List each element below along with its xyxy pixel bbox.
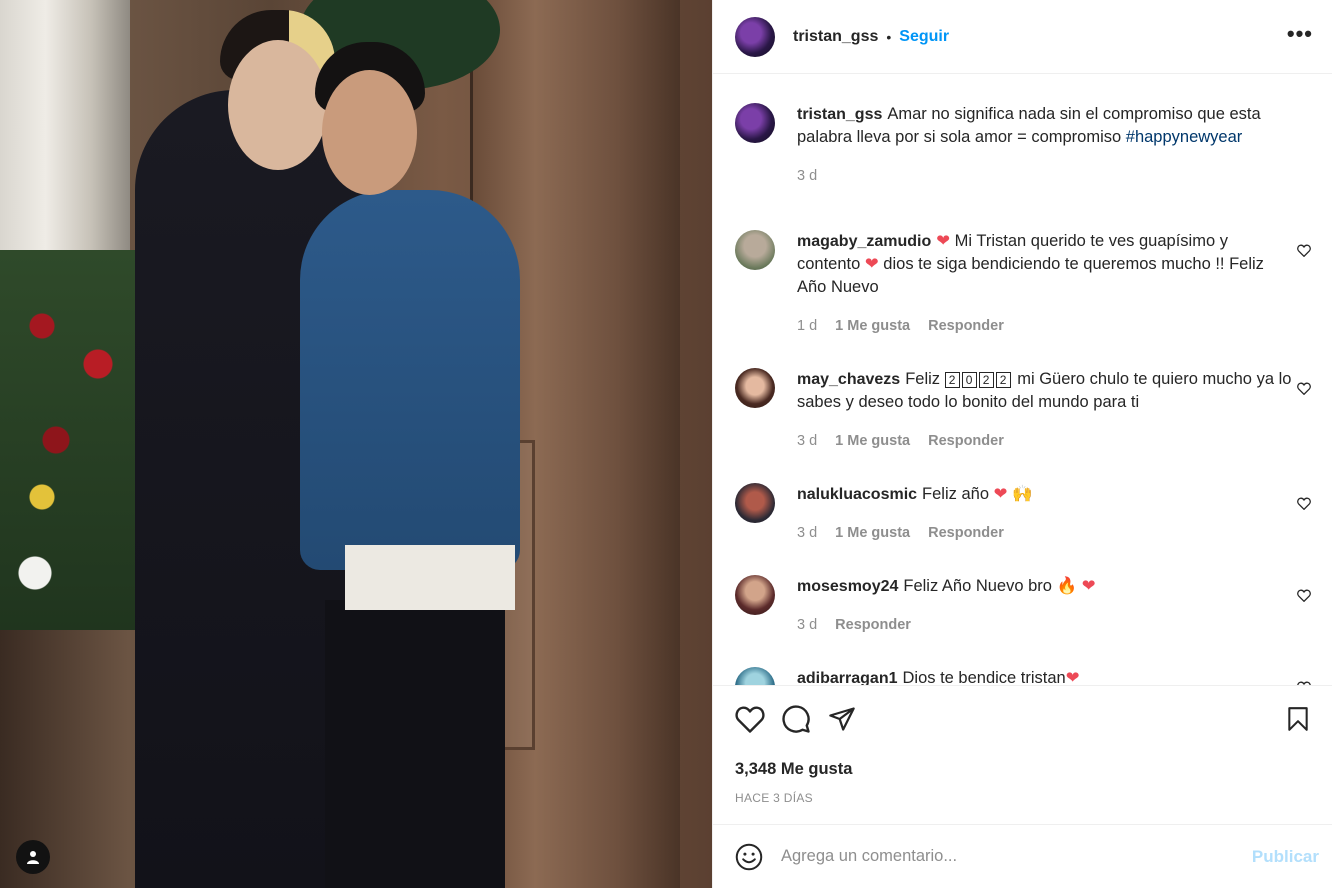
comment-username[interactable]: adibarragan1 — [797, 670, 897, 685]
heart-emoji-icon: ❤ — [1081, 577, 1096, 595]
caption: tristan_gss Amar no significa nada sin el… — [735, 103, 1311, 188]
heart-icon[interactable] — [735, 705, 765, 733]
post-photo[interactable] — [0, 0, 712, 888]
author-avatar[interactable] — [735, 103, 775, 143]
comment-text: Feliz Año Nuevo bro — [903, 577, 1057, 595]
comment-username[interactable]: nalukluacosmic — [797, 486, 917, 503]
post-actions: 3,348 Me gusta HACE 3 DÍAS — [713, 685, 1332, 825]
comment-meta: 3 d Responder — [797, 614, 1292, 637]
comment-meta: 1 d 1 Me gusta Responder — [797, 315, 1292, 338]
post-header: tristan_gss • Seguir ••• — [713, 0, 1332, 74]
comment-item: adibarragan1 Dios te bendice tristan❤ — [735, 667, 1311, 685]
comments-list[interactable]: tristan_gss Amar no significa nada sin el… — [713, 75, 1332, 685]
comment-likes-button[interactable]: 1 Me gusta — [835, 522, 910, 545]
comment-username[interactable]: mosesmoy24 — [797, 578, 898, 595]
likes-count[interactable]: 3,348 Me gusta — [735, 760, 1311, 779]
photo-person-right-sweater — [300, 190, 520, 570]
comment-text: Feliz — [905, 370, 945, 388]
author-avatar[interactable] — [735, 16, 775, 57]
comment-icon[interactable] — [781, 704, 811, 734]
comment-time[interactable]: 3 d — [797, 614, 817, 637]
keycap-digit: 2 — [944, 372, 960, 388]
reply-button[interactable]: Responder — [928, 315, 1004, 338]
caption-body: tristan_gss Amar no significa nada sin el… — [797, 103, 1311, 188]
comment-time[interactable]: 3 d — [797, 430, 817, 453]
commenter-avatar[interactable] — [735, 368, 775, 408]
comment-text: Feliz año — [922, 485, 994, 503]
keycap-digit: 2 — [978, 372, 994, 388]
fire-emoji-icon: 🔥 — [1056, 577, 1078, 595]
photo-person-right-shirt — [345, 545, 515, 610]
reply-button[interactable]: Responder — [835, 614, 911, 637]
reply-button[interactable]: Responder — [928, 430, 1004, 453]
heart-emoji-icon: ❤ — [993, 485, 1008, 503]
like-comment-icon[interactable] — [1297, 497, 1311, 510]
commenter-avatar[interactable] — [735, 667, 775, 685]
action-bar — [735, 702, 1311, 736]
commenter-avatar[interactable] — [735, 230, 775, 270]
post-sidebar: tristan_gss • Seguir ••• tristan_gss Amar… — [712, 0, 1332, 888]
user-icon — [27, 851, 39, 864]
heart-emoji-icon: ❤ — [936, 232, 951, 250]
comment-body: nalukluacosmic Feliz año ❤ 🙌 3 d 1 Me gus… — [797, 483, 1292, 545]
comment-input[interactable] — [781, 847, 1252, 866]
comment-item: may_chavezs Feliz 2022 mi Güero chulo te … — [735, 368, 1311, 453]
comment-meta: 3 d 1 Me gusta Responder — [797, 522, 1292, 545]
reply-button[interactable]: Responder — [928, 522, 1004, 545]
add-comment-bar: Publicar — [713, 824, 1332, 888]
post-timestamp[interactable]: HACE 3 DÍAS — [735, 791, 1311, 805]
tagged-users-button[interactable] — [16, 840, 50, 874]
commenter-avatar[interactable] — [735, 575, 775, 615]
comment-time[interactable]: 3 d — [797, 522, 817, 545]
comment-body: adibarragan1 Dios te bendice tristan❤ — [797, 667, 1292, 685]
comment-body: may_chavezs Feliz 2022 mi Güero chulo te … — [797, 368, 1292, 453]
comment-likes-button[interactable]: 1 Me gusta — [835, 430, 910, 453]
caption-username[interactable]: tristan_gss — [797, 106, 882, 123]
caption-hashtag[interactable]: #happynewyear — [1126, 128, 1243, 146]
comment-body: magaby_zamudio ❤ Mi Tristan querido te ve… — [797, 230, 1292, 338]
caption-meta: 3 d — [797, 165, 1311, 188]
comment-item: mosesmoy24 Feliz Año Nuevo bro 🔥 ❤ 3 d Re… — [735, 575, 1311, 637]
comment-username[interactable]: may_chavezs — [797, 371, 900, 388]
share-icon[interactable] — [827, 705, 857, 733]
comment-text: Dios te bendice tristan — [902, 669, 1066, 685]
like-comment-icon[interactable] — [1297, 244, 1311, 257]
commenter-avatar[interactable] — [735, 483, 775, 523]
bookmark-icon[interactable] — [1285, 705, 1311, 733]
author-username[interactable]: tristan_gss — [793, 28, 878, 46]
like-comment-icon[interactable] — [1297, 382, 1311, 395]
comment-time[interactable]: 1 d — [797, 315, 817, 338]
photo-person-right-legs — [325, 600, 505, 888]
comment-body: mosesmoy24 Feliz Año Nuevo bro 🔥 ❤ 3 d Re… — [797, 575, 1292, 637]
heart-emoji-icon: ❤ — [1065, 669, 1080, 685]
photo-person-left-face — [228, 40, 328, 170]
like-comment-icon[interactable] — [1297, 589, 1311, 602]
post-dialog: tristan_gss • Seguir ••• tristan_gss Amar… — [0, 0, 1332, 888]
raised-hands-emoji-icon: 🙌 — [1012, 485, 1033, 503]
follow-button[interactable]: Seguir — [899, 28, 949, 46]
more-options-icon[interactable]: ••• — [1287, 23, 1313, 45]
keycap-digit: 2 — [995, 372, 1011, 388]
photo-person-right-face — [322, 70, 417, 195]
heart-emoji-icon: ❤ — [864, 255, 879, 273]
keycap-digit: 0 — [961, 372, 977, 388]
comment-likes-button[interactable]: 1 Me gusta — [835, 315, 910, 338]
caption-time[interactable]: 3 d — [797, 165, 817, 188]
comment-meta: 3 d 1 Me gusta Responder — [797, 430, 1292, 453]
photo-flowers — [0, 250, 140, 630]
comment-username[interactable]: magaby_zamudio — [797, 233, 931, 250]
comment-item: nalukluacosmic Feliz año ❤ 🙌 3 d 1 Me gus… — [735, 483, 1311, 545]
header-separator: • — [886, 28, 892, 45]
emoji-icon[interactable] — [735, 843, 763, 871]
comment-item: magaby_zamudio ❤ Mi Tristan querido te ve… — [735, 230, 1311, 338]
publish-button[interactable]: Publicar — [1252, 847, 1319, 867]
